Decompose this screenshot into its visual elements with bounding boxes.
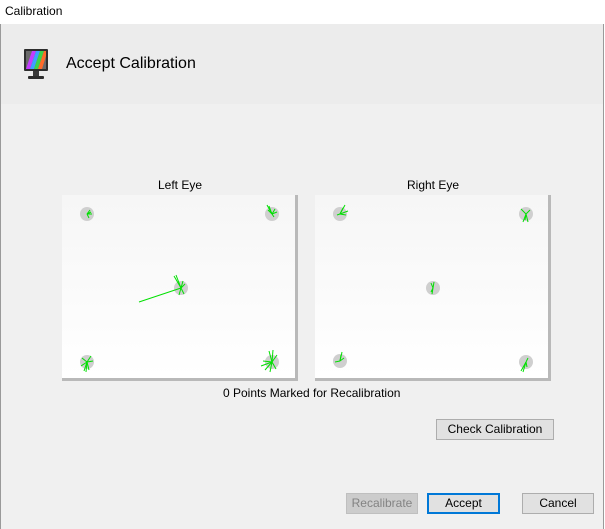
monitor-icon: [24, 49, 48, 79]
title-bar[interactable]: Calibration: [0, 0, 605, 24]
recalibrate-button[interactable]: Recalibrate: [346, 493, 418, 514]
right-eye-gaze-svg: [333, 204, 533, 373]
left-gaze-center: [138, 274, 186, 303]
recalibration-points-status: 0 Points Marked for Recalibration: [223, 386, 401, 400]
right-eye-plot[interactable]: [315, 195, 551, 381]
left-eye-plot[interactable]: [62, 195, 298, 381]
calibration-window: Calibration Accept Calibration Left Eye …: [0, 0, 605, 529]
window-title: Calibration: [5, 4, 63, 18]
accept-button[interactable]: Accept: [427, 493, 500, 514]
check-calibration-button[interactable]: Check Calibration: [436, 419, 554, 440]
left-eye-label: Left Eye: [157, 178, 203, 192]
right-eye-label: Right Eye: [406, 178, 460, 192]
cancel-button[interactable]: Cancel: [522, 493, 594, 514]
page-title: Accept Calibration: [66, 55, 196, 72]
left-eye-gaze-svg: [80, 204, 279, 373]
